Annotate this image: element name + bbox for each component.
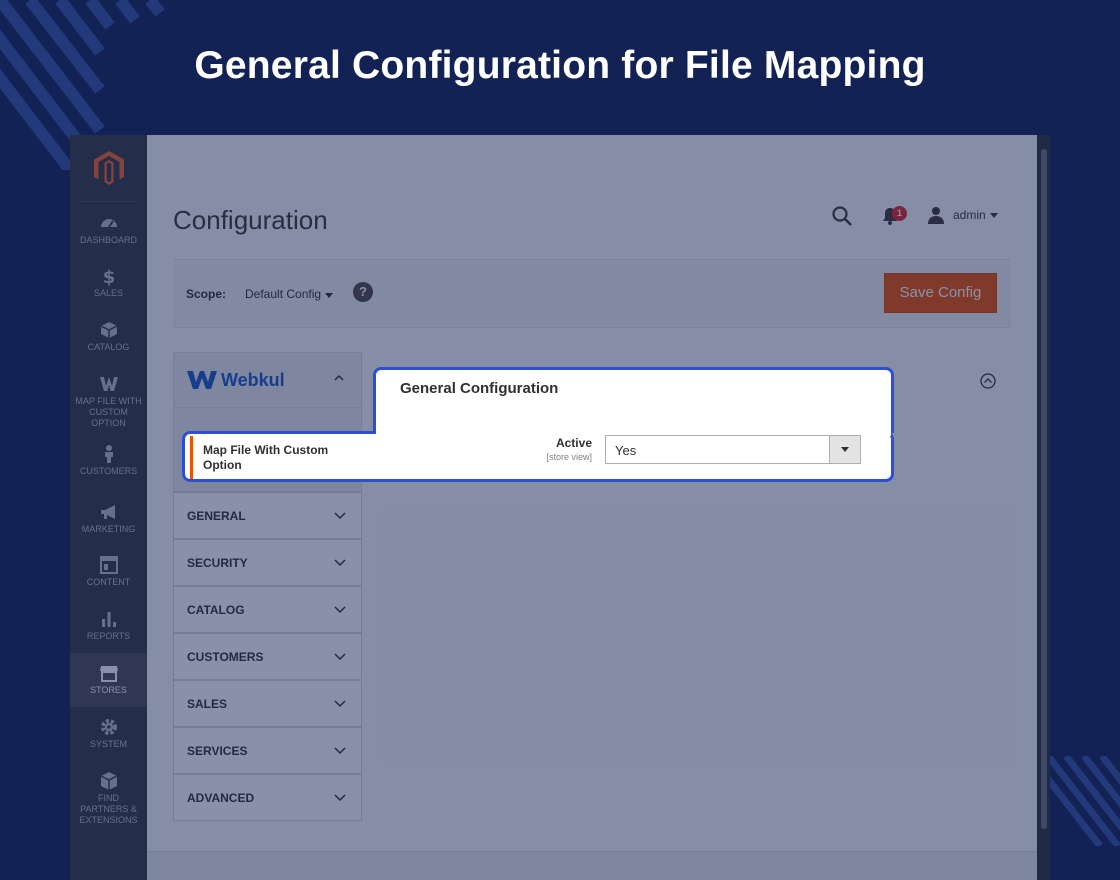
scope-label: Scope: (186, 287, 227, 301)
field-label-active: Active (555, 436, 592, 450)
magento-logo-icon[interactable] (92, 149, 126, 187)
cube-icon (100, 772, 117, 790)
config-tab-sales[interactable]: SALES (173, 680, 362, 727)
chevron-down-icon (334, 512, 346, 520)
config-link-map-file[interactable]: Map File With Custom Option (203, 443, 353, 473)
page-title: Configuration (173, 205, 328, 235)
config-tab-advanced[interactable]: ADVANCED (173, 774, 362, 821)
config-tab-services[interactable]: SERVICES (173, 727, 362, 774)
svg-text:$: $ (102, 267, 115, 286)
config-tab-security[interactable]: SECURITY (173, 539, 362, 586)
chevron-down-icon (334, 559, 346, 567)
admin-sidebar: DASHBOARD $ SALES CATALOG MAP FILE WITH … (70, 135, 147, 880)
sidebar-item-customers[interactable]: CUSTOMERS (70, 444, 147, 484)
store-icon (99, 666, 118, 682)
person-icon (104, 445, 113, 463)
sidebar-item-find-partners[interactable]: FIND PARTNERS & EXTENSIONS (70, 771, 147, 825)
main-content: Configuration 1 admin Scope: Default Con… (147, 135, 1037, 880)
collapse-icon[interactable] (980, 373, 996, 389)
bar-chart-icon (101, 612, 116, 627)
field-scope: [store view] (546, 452, 592, 462)
highlight-callout-top (373, 367, 894, 433)
chevron-down-icon (334, 747, 346, 755)
footer-bar (147, 851, 1037, 880)
scope-switcher[interactable]: Default Config (245, 287, 321, 301)
sidebar-item-stores[interactable]: STORES (70, 653, 147, 707)
chevron-down-icon (334, 653, 346, 661)
user-icon[interactable] (927, 206, 945, 224)
active-indicator (190, 436, 193, 479)
decorative-stripes (1048, 756, 1120, 846)
sidebar-item-dashboard[interactable]: DASHBOARD (70, 213, 147, 253)
chevron-down-icon (334, 700, 346, 708)
megaphone-icon (100, 505, 115, 519)
sidebar-item-reports[interactable]: REPORTS (70, 609, 147, 649)
config-tab-catalog[interactable]: CATALOG (173, 586, 362, 633)
admin-screenshot: DASHBOARD $ SALES CATALOG MAP FILE WITH … (70, 135, 1050, 880)
config-tab-general[interactable]: GENERAL (173, 492, 362, 539)
sidebar-item-catalog[interactable]: CATALOG (70, 320, 147, 360)
banner-title: General Configuration for File Mapping (194, 44, 926, 87)
notification-badge: 1 (892, 206, 907, 221)
config-tab-webkul-label: Webkul (221, 370, 285, 390)
config-nav: Webkul GENERAL SECURITY CATALOG CUSTOMER… (173, 352, 362, 825)
scope-bar: Scope: Default Config ? Save Config (173, 259, 1011, 328)
chevron-down-icon (334, 794, 346, 802)
active-select-value: Yes (615, 443, 637, 458)
scrollbar-thumb[interactable] (1041, 149, 1047, 829)
sidebar-item-sales[interactable]: $ SALES (70, 266, 147, 306)
sidebar-item-map-file[interactable]: MAP FILE WITH CUSTOM OPTION (70, 374, 147, 434)
layout-icon (99, 556, 118, 574)
dashboard-icon (100, 219, 117, 228)
sidebar-item-content[interactable]: CONTENT (70, 555, 147, 595)
chevron-down-icon[interactable] (325, 293, 333, 298)
chevron-down-icon (841, 447, 849, 452)
sidebar-item-system[interactable]: SYSTEM (70, 717, 147, 757)
scrollbar[interactable] (1037, 135, 1050, 880)
sidebar-item-marketing[interactable]: MARKETING (70, 502, 147, 542)
active-select[interactable]: Yes (605, 435, 861, 464)
chevron-down-icon[interactable] (990, 213, 998, 218)
save-config-button[interactable]: Save Config (884, 273, 997, 313)
chevron-up-icon[interactable] (334, 373, 344, 383)
dollar-icon: $ (102, 267, 115, 286)
divider (80, 201, 137, 202)
gear-icon (100, 719, 117, 735)
search-icon[interactable] (831, 205, 853, 227)
webkul-logo-icon (187, 371, 217, 389)
user-menu[interactable]: admin (953, 208, 986, 222)
help-icon[interactable]: ? (353, 282, 373, 302)
group-title[interactable]: General Configuration (400, 380, 558, 397)
box-icon (100, 322, 117, 338)
config-tab-customers[interactable]: CUSTOMERS (173, 633, 362, 680)
select-button[interactable] (829, 436, 860, 463)
config-tab-webkul[interactable]: Webkul (173, 352, 362, 408)
webkul-icon (99, 377, 118, 391)
chevron-down-icon (334, 606, 346, 614)
